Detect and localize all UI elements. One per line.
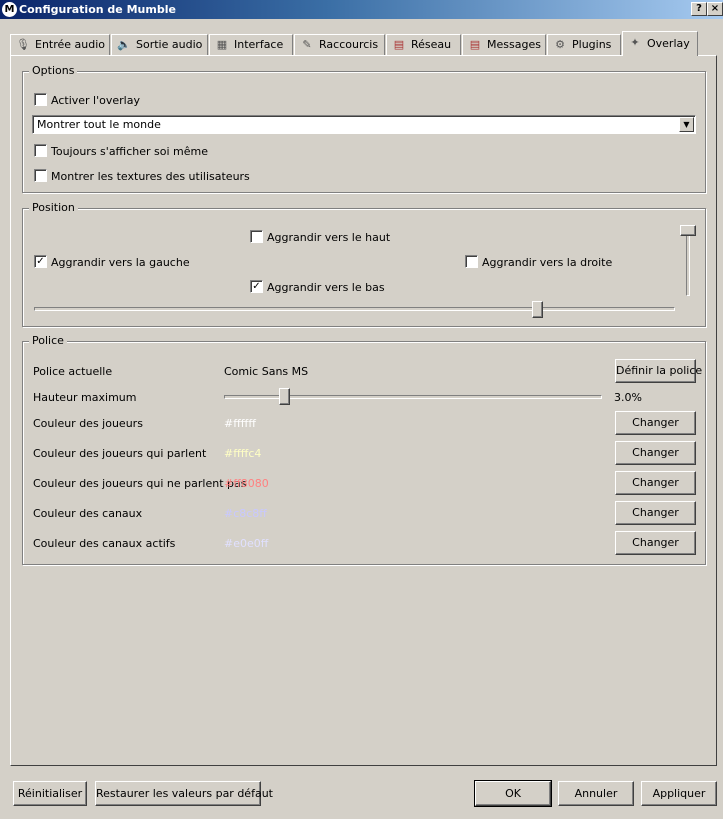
grow-down-checkbox[interactable]: ✓ xyxy=(250,280,263,293)
max-height-label: Hauteur maximum xyxy=(33,391,137,404)
position-x-slider-track[interactable] xyxy=(34,307,675,311)
grow-right-checkbox[interactable] xyxy=(465,255,478,268)
not-talking-color-value: #ff8080 xyxy=(224,477,269,490)
network-icon: ▤ xyxy=(393,38,405,51)
plugins-icon: ⚙ xyxy=(555,38,565,51)
position-y-slider-track[interactable] xyxy=(686,230,690,296)
options-group: Options Activer l'overlay Montrer tout l… xyxy=(22,64,706,193)
tab-label: Plugins xyxy=(572,38,612,51)
grow-up-label: Aggrandir vers le haut xyxy=(267,231,391,244)
grow-up-checkbox[interactable] xyxy=(250,230,263,243)
tab-audio-input[interactable]: 🎙 Entrée audio xyxy=(10,34,110,55)
grow-left-checkbox[interactable]: ✓ xyxy=(34,255,47,268)
active-channel-color-value: #e0e0ff xyxy=(224,537,269,550)
tab-label: Interface xyxy=(234,38,284,51)
channel-color-value: #c8c8ff xyxy=(224,507,267,520)
enable-overlay-label: Activer l'overlay xyxy=(51,94,140,107)
interface-icon: ▦ xyxy=(216,38,228,51)
options-group-title: Options xyxy=(29,64,78,78)
font-group-title: Police xyxy=(29,334,67,348)
not-talking-color-label: Couleur des joueurs qui ne parlent pas xyxy=(33,477,247,490)
current-font-value: Comic Sans MS xyxy=(224,365,309,378)
grow-down-label: Aggrandir vers le bas xyxy=(267,281,385,294)
max-height-value: 3.0% xyxy=(614,391,642,404)
position-group: Position Aggrandir vers le haut ✓ Aggran… xyxy=(22,201,706,327)
window-title: Configuration de Mumble xyxy=(19,3,176,16)
overlay-icon: ✦ xyxy=(630,36,640,49)
max-height-slider-thumb[interactable] xyxy=(279,388,291,405)
tab-plugins[interactable]: ⚙ Plugins xyxy=(547,34,621,55)
mumble-logo-icon: M xyxy=(2,2,17,17)
title-bar: M Configuration de Mumble ? × xyxy=(0,0,723,19)
grow-right-label: Aggrandir vers la droite xyxy=(482,256,613,269)
position-group-title: Position xyxy=(29,201,78,215)
overlay-panel: Options Activer l'overlay Montrer tout l… xyxy=(10,55,717,766)
tab-shortcuts[interactable]: ✎ Raccourcis xyxy=(294,34,385,55)
tab-label: Entrée audio xyxy=(35,38,106,51)
current-font-label: Police actuelle xyxy=(33,365,113,378)
show-users-select-value: Montrer tout le monde xyxy=(37,118,161,131)
set-font-button[interactable]: Définir la police xyxy=(615,359,702,383)
apply-button[interactable]: Appliquer xyxy=(641,781,717,806)
enable-overlay-checkbox[interactable] xyxy=(34,93,47,106)
tab-label: Overlay xyxy=(647,37,690,50)
show-textures-label: Montrer les textures des utilisateurs xyxy=(51,170,250,183)
tab-label: Raccourcis xyxy=(319,38,379,51)
cancel-button[interactable]: Annuler xyxy=(558,781,634,806)
talking-color-label: Couleur des joueurs qui parlent xyxy=(33,447,207,460)
position-y-slider-thumb[interactable] xyxy=(680,225,696,236)
tab-label: Réseau xyxy=(411,38,452,51)
active-channel-color-label: Couleur des canaux actifs xyxy=(33,537,176,550)
tab-network[interactable]: ▤ Réseau xyxy=(386,34,461,55)
ok-button[interactable]: OK xyxy=(474,780,552,807)
microphone-icon: 🎙 xyxy=(16,38,30,51)
always-self-checkbox[interactable] xyxy=(34,144,47,157)
chevron-down-icon[interactable]: ▼ xyxy=(679,117,694,132)
change-not-talking-color-button[interactable]: Changer xyxy=(615,471,696,495)
restore-defaults-button[interactable]: Restaurer les valeurs par défaut xyxy=(95,781,273,806)
shortcuts-icon: ✎ xyxy=(302,38,312,51)
channel-color-label: Couleur des canaux xyxy=(33,507,143,520)
position-x-slider-thumb[interactable] xyxy=(531,301,543,318)
show-textures-checkbox[interactable] xyxy=(34,169,47,182)
tab-label: Sortie audio xyxy=(136,38,203,51)
tab-overlay[interactable]: ✦ Overlay xyxy=(622,31,698,56)
tab-audio-output[interactable]: 🔈 Sortie audio xyxy=(111,34,208,55)
change-player-color-button[interactable]: Changer xyxy=(615,411,696,435)
messages-icon: ▤ xyxy=(469,38,481,51)
player-color-label: Couleur des joueurs xyxy=(33,417,143,430)
font-group: Police Police actuelle Comic Sans MS Déf… xyxy=(22,334,706,565)
tab-interface[interactable]: ▦ Interface xyxy=(209,34,293,55)
close-button[interactable]: × xyxy=(707,2,723,16)
help-button[interactable]: ? xyxy=(691,2,707,16)
reset-button[interactable]: Réinitialiser xyxy=(13,781,87,806)
always-self-label: Toujours s'afficher soi même xyxy=(51,145,208,158)
player-color-value: #ffffff xyxy=(224,417,256,430)
grow-left-label: Aggrandir vers la gauche xyxy=(51,256,190,269)
talking-color-value: #ffffc4 xyxy=(224,447,262,460)
tab-label: Messages xyxy=(487,38,541,51)
change-active-channel-color-button[interactable]: Changer xyxy=(615,531,696,555)
show-users-select[interactable]: Montrer tout le monde ▼ xyxy=(32,115,696,134)
tab-messages[interactable]: ▤ Messages xyxy=(462,34,546,55)
change-talking-color-button[interactable]: Changer xyxy=(615,441,696,465)
change-channel-color-button[interactable]: Changer xyxy=(615,501,696,525)
speaker-icon: 🔈 xyxy=(117,38,131,51)
